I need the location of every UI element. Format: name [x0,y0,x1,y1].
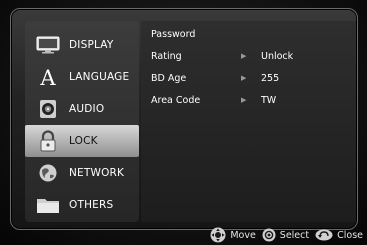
tv-icon [35,34,61,56]
setup-screen: DISPLAY A LANGUAGE AUDIO LOCK NETWORK OT… [0,0,367,245]
menu-item-label: LANGUAGE [69,71,130,83]
setup-menu-frame: DISPLAY A LANGUAGE AUDIO LOCK NETWORK OT… [10,8,358,230]
option-label: BD Age [151,72,187,84]
help-select-label: Select [279,229,310,241]
menu-item-label: NETWORK [69,167,125,179]
help-close-label: Close [337,229,363,241]
dpad-icon [210,227,226,243]
menu-item-network[interactable]: NETWORK [25,157,139,189]
options-pane: Password Rating ▶ Unlock BD Age ▶ 255 Ar… [141,21,356,222]
option-label: Password [151,28,196,40]
svg-text:A: A [39,66,56,88]
help-select: Select [262,228,309,242]
menu-item-others[interactable]: OTHERS [25,189,139,221]
option-label: Area Code [151,94,201,106]
speaker-icon [35,98,61,120]
option-value: 255 [261,72,280,84]
globe-icon [35,162,61,184]
folder-icon [35,194,61,216]
help-move-label: Move [230,229,256,241]
enter-button-icon [262,228,276,242]
option-row-password[interactable]: Password [151,25,351,43]
help-move: Move [210,227,256,243]
menu-item-label: DISPLAY [69,39,114,51]
menu-item-label: AUDIO [69,103,105,115]
option-row-rating[interactable]: Rating ▶ Unlock [151,47,351,65]
help-bar: Move Select Close [204,227,363,243]
option-value: TW [261,94,277,106]
category-menu: DISPLAY A LANGUAGE AUDIO LOCK NETWORK OT… [25,21,139,222]
padlock-icon [35,130,61,152]
help-close: Close [315,229,363,241]
option-row-area-code[interactable]: Area Code ▶ TW [151,91,351,109]
return-button-icon [315,229,333,241]
letter-a-icon: A [35,66,61,88]
arrow-right-icon: ▶ [241,96,247,104]
arrow-right-icon: ▶ [241,74,247,82]
menu-item-label: LOCK [69,135,98,147]
option-row-bd-age[interactable]: BD Age ▶ 255 [151,69,351,87]
option-value: Unlock [261,50,294,62]
menu-item-display[interactable]: DISPLAY [25,29,139,61]
menu-item-audio[interactable]: AUDIO [25,93,139,125]
arrow-right-icon: ▶ [241,52,247,60]
option-label: Rating [151,50,182,62]
menu-item-lock[interactable]: LOCK [25,125,139,157]
menu-item-label: OTHERS [69,199,114,211]
menu-item-language[interactable]: A LANGUAGE [25,61,139,93]
